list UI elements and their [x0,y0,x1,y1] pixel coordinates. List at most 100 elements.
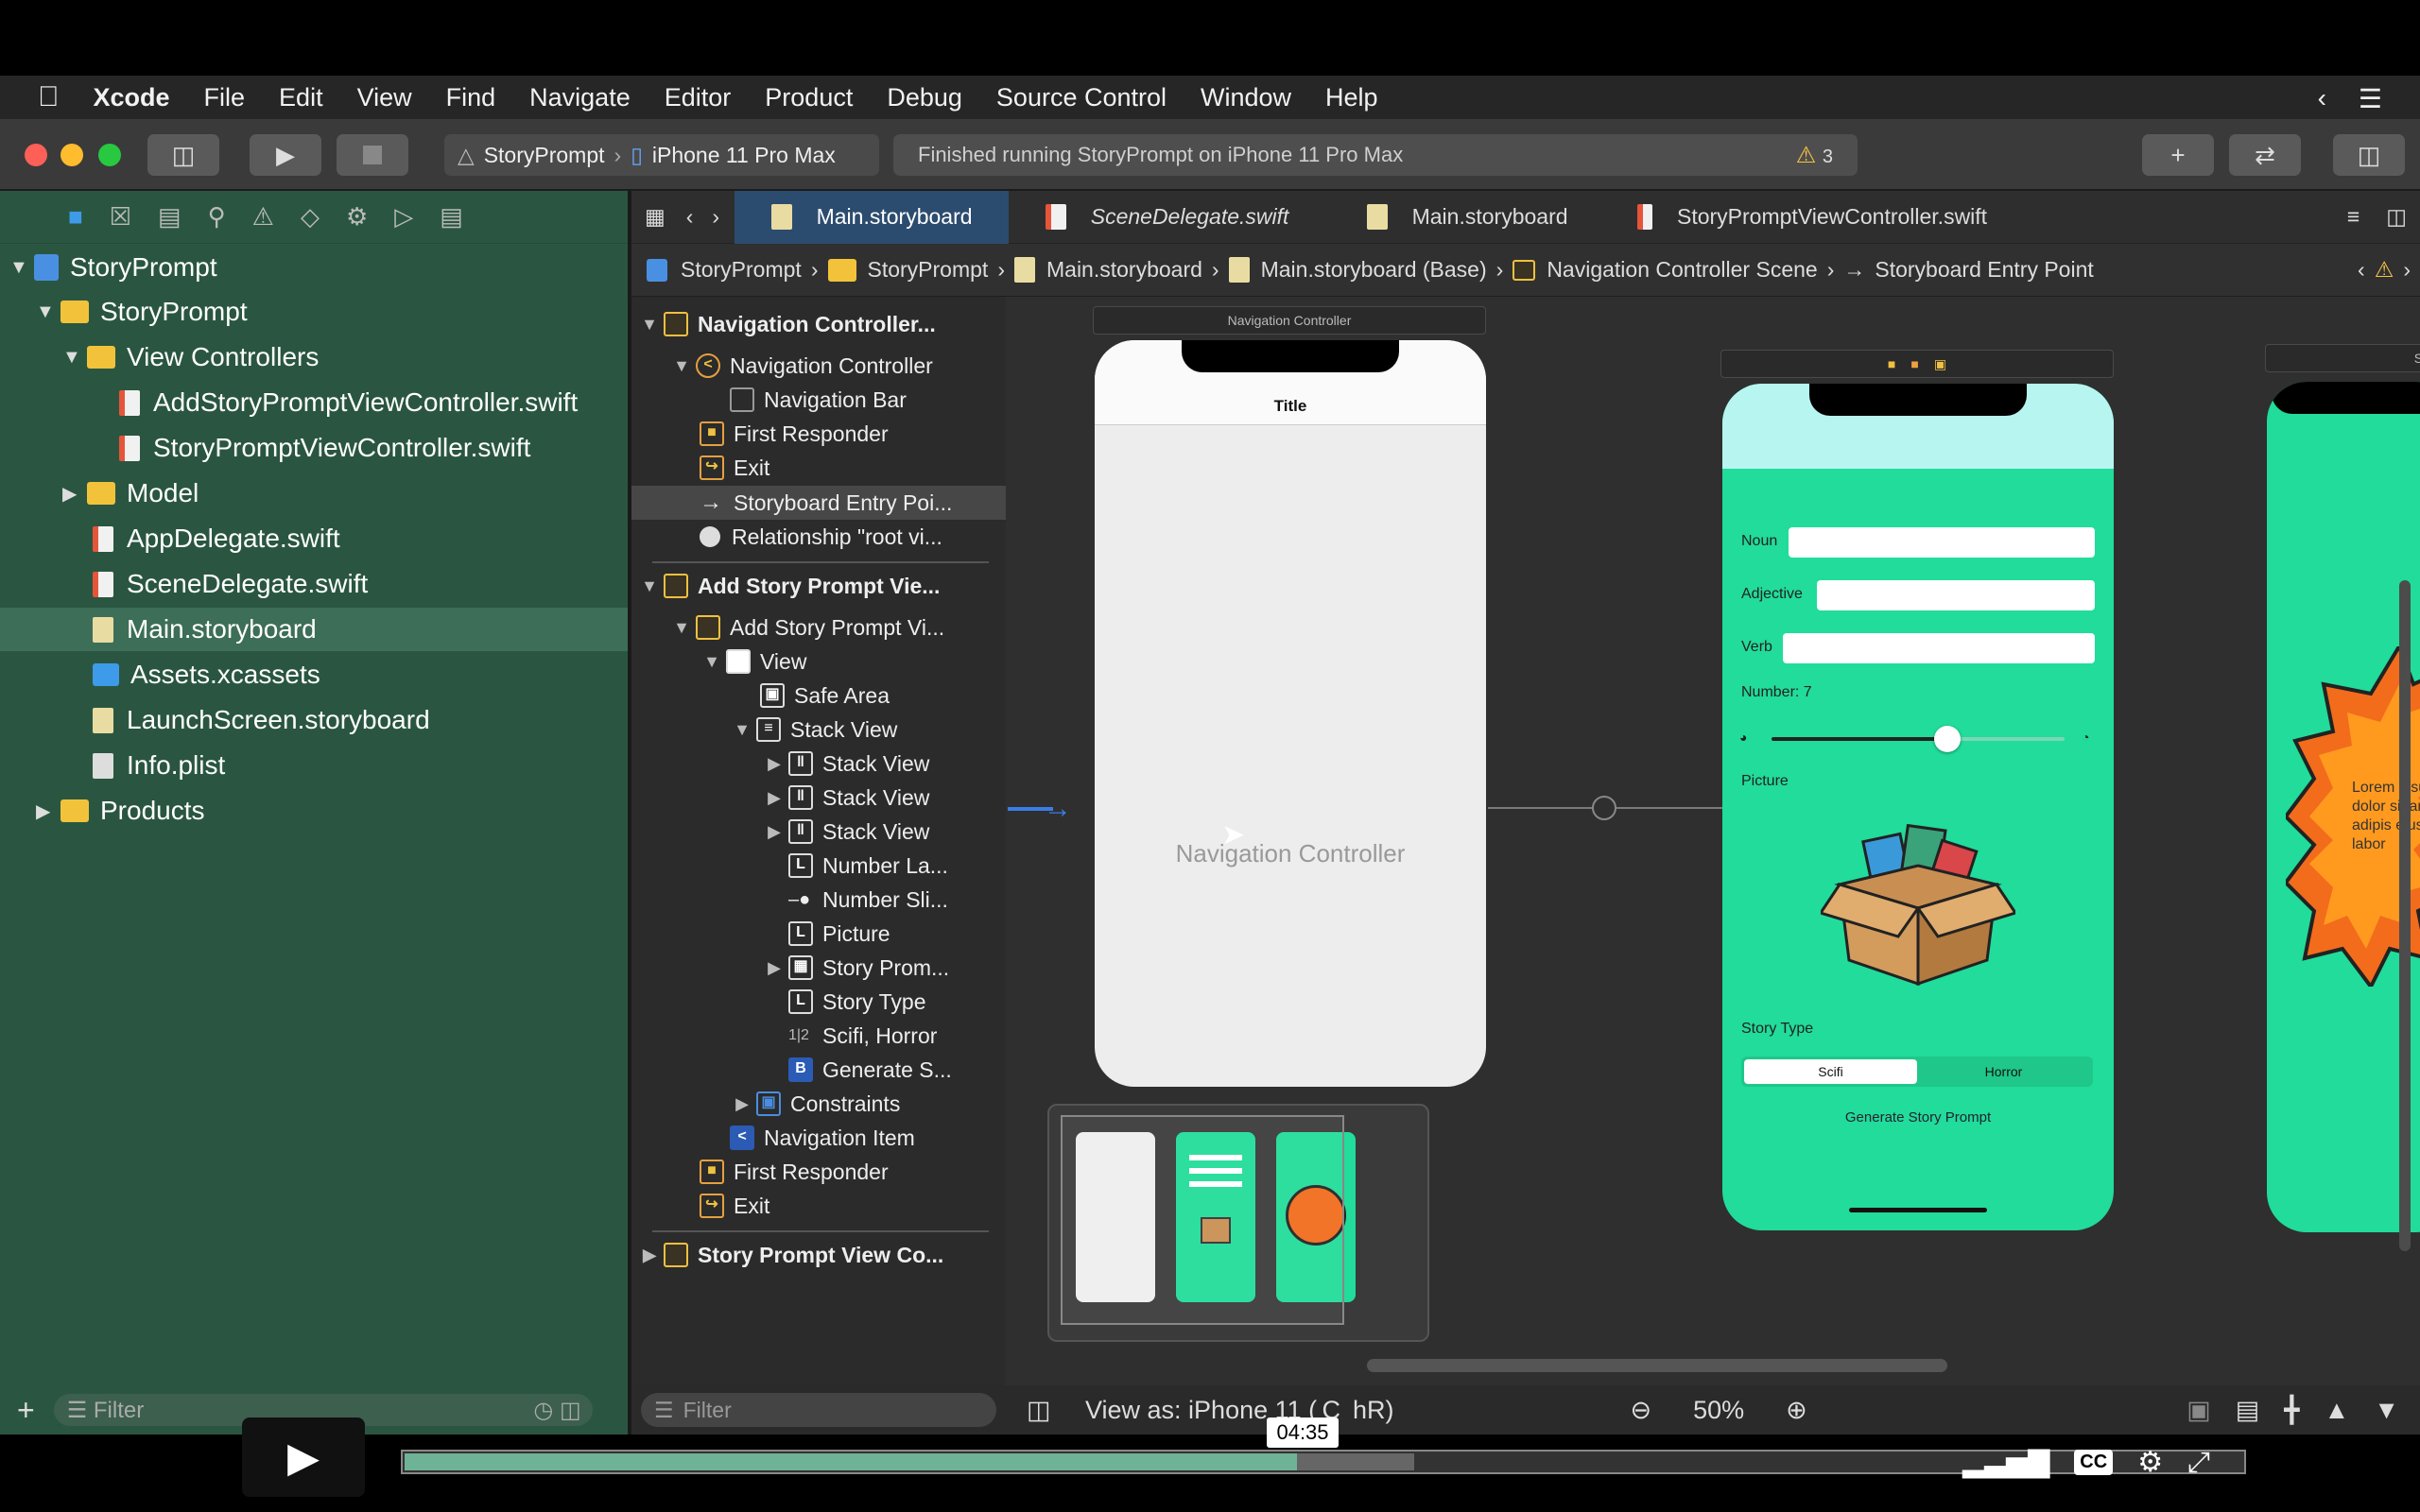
zoom-in-icon[interactable]: ⊕ [1786,1396,1807,1425]
fullscreen-icon[interactable]: ⤢ [2187,1447,2210,1479]
scene-dock-bar[interactable]: ■ ■ ▣ [1720,350,2114,378]
disclosure-open-icon[interactable]: ▼ [728,720,756,740]
disclosure-open-icon[interactable]: ▼ [36,301,60,323]
phone-add-story-prompt[interactable]: Noun Adjective Verb Number: 7 ◕ ◔ Pictur… [1722,384,2114,1230]
outline-stack-2[interactable]: ▶ ‖ Stack View [760,781,929,815]
outline-stack-1[interactable]: ▶ ‖ Stack View [760,747,929,781]
menu-product[interactable]: Product [765,83,853,112]
outline-nav-item[interactable]: < Navigation Item [730,1121,915,1155]
disclosure-closed-icon[interactable]: ▶ [62,482,87,506]
outline-nav-bar[interactable]: Navigation Bar [730,383,907,417]
horizontal-scrollbar[interactable] [1367,1359,1947,1372]
disclosure-open-icon[interactable]: ▼ [667,618,696,638]
nav-item-launchscreen[interactable]: LaunchScreen.storyboard [93,698,430,742]
test-icon[interactable]: ◇ [301,202,320,232]
navigator-toggle-icon[interactable]: ◫ [147,134,219,176]
nav-item-view-controllers[interactable]: ▼ View Controllers [62,335,319,379]
jump-base[interactable]: Main.storyboard (Base) [1261,257,1487,283]
outline-picture[interactable]: L Picture [788,917,890,951]
disclosure-closed-icon[interactable]: ▶ [760,754,788,774]
outline-nav-scene[interactable]: ▼ Navigation Controller... [635,307,936,341]
menu-find[interactable]: Find [446,83,496,112]
update-frames-icon[interactable]: ▣ [2187,1396,2211,1425]
menu-editor[interactable]: Editor [665,83,732,112]
vertical-scrollbar[interactable] [2399,580,2411,1251]
relationship-segue-icon[interactable] [1592,796,1616,820]
phone-nav-controller[interactable]: Title Navigation Controller [1095,340,1486,1087]
folder-icon[interactable]: ■ [68,202,83,232]
disclosure-open-icon[interactable]: ▼ [62,347,87,369]
stop-button[interactable] [337,134,408,176]
tab-main-storyboard-2[interactable]: Main.storyboard [1325,191,1609,244]
menu-navigate[interactable]: Navigate [529,83,631,112]
jump-file[interactable]: Main.storyboard [1046,257,1202,283]
outline-stack-view[interactable]: ▼ ≡ Stack View [728,713,897,747]
outline-first-responder[interactable]: ■ First Responder [700,417,889,451]
exit-icon[interactable]: ▣ [1934,356,1946,372]
outline-toggle-icon[interactable]: ◫ [1027,1396,1064,1425]
tab-scene-delegate[interactable]: SceneDelegate.swift [1009,191,1325,244]
slider-thumb[interactable] [1934,726,1961,752]
outline-exit[interactable]: ↪ Exit [700,451,769,485]
nav-item-project[interactable]: ▼ StoryPrompt [9,246,217,289]
chevron-left-icon[interactable]: ‹ [2318,83,2326,114]
first-responder-icon[interactable]: ■ [1910,356,1918,371]
outline-filter-field[interactable]: ☰ Filter [641,1393,996,1427]
add-icon[interactable]: + [17,1393,35,1428]
source-control-icon[interactable]: ☒ [110,202,131,232]
disclosure-open-icon[interactable]: ▼ [698,652,726,672]
jump-group[interactable]: StoryPrompt [868,257,989,283]
disclosure-open-icon[interactable]: ▼ [635,576,664,596]
symbol-icon[interactable]: ▤ [158,202,182,232]
verb-field[interactable] [1783,633,2095,663]
zoom-out-icon[interactable]: ⊖ [1630,1396,1651,1425]
canvas-minimap[interactable] [1047,1104,1429,1342]
outline-story-scene[interactable]: ▶ Story Prompt View Co... [635,1238,943,1272]
align-icon[interactable]: ▤ [2236,1396,2260,1425]
list-icon[interactable]: ☰ [2359,83,2382,114]
scene-title-bar[interactable]: Navigation Controller [1093,306,1486,335]
nav-item-add-vc[interactable]: AddStoryPromptViewController.swift [119,381,578,424]
nav-item-model[interactable]: ▶ Model [62,472,199,515]
run-button[interactable]: ▶ [250,134,321,176]
number-slider[interactable] [1772,726,2065,752]
disclosure-open-icon[interactable]: ▼ [9,257,34,279]
outline-constraints[interactable]: ▶ ▣ Constraints [728,1087,900,1121]
scheme-selector[interactable]: △ StoryPrompt › ▯ iPhone 11 Pro Max [444,134,879,176]
inspector-toggle-icon[interactable]: ◫ [2333,134,2405,176]
nav-item-story-vc[interactable]: StoryPromptViewController.swift [119,426,530,470]
back-icon[interactable]: ‹ [677,191,703,244]
outline-stack-3[interactable]: ▶ ‖ Stack View [760,815,929,849]
nav-item-group[interactable]: ▼ StoryPrompt [36,290,248,334]
settings-gear-icon[interactable]: ⚙ [2137,1446,2163,1479]
menu-source-control[interactable]: Source Control [996,83,1167,112]
tab-main-storyboard[interactable]: Main.storyboard [735,190,1010,244]
resolve-issues-icon[interactable]: ▲ [2325,1396,2350,1425]
disclosure-closed-icon[interactable]: ▶ [728,1094,756,1114]
segment-horror[interactable]: Horror [1917,1059,2090,1084]
zoom-window-button[interactable] [98,144,121,166]
disclosure-closed-icon[interactable]: ▶ [760,958,788,978]
noun-field[interactable] [1789,527,2095,558]
view-as-device[interactable]: View as: iPhone 11 ( C hR) [1085,1396,1393,1425]
volume-icon[interactable]: ▂▃▅▇ [1962,1446,2049,1479]
outline-generate-button[interactable]: B Generate S... [788,1053,952,1087]
disclosure-open-icon[interactable]: ▼ [667,356,696,376]
warning-badge[interactable]: ⚠ 3 [1796,142,1833,169]
outline-nav-controller[interactable]: ▼ < Navigation Controller [667,349,933,383]
outline-number-slider[interactable]: –● Number Sli... [788,883,948,917]
close-window-button[interactable] [25,144,47,166]
forward-icon[interactable]: › [702,191,735,244]
outline-relationship[interactable]: Relationship "root vi... [700,520,942,554]
code-review-icon[interactable]: ⇄ [2229,134,2301,176]
menu-file[interactable]: File [204,83,246,112]
disclosure-closed-icon[interactable]: ▶ [635,1246,664,1265]
jump-entry[interactable]: Storyboard Entry Point [1875,257,2093,283]
add-editor-icon[interactable]: ◫ [2373,191,2420,244]
nav-item-assets[interactable]: Assets.xcassets [93,653,320,696]
apple-menu-icon[interactable]:  [38,81,60,113]
generate-story-prompt-button[interactable]: Generate Story Prompt [1722,1109,2114,1125]
story-type-segmented-control[interactable]: Scifi Horror [1741,1057,2093,1087]
issue-icon[interactable]: ⚠ [252,202,274,232]
outline-exit-2[interactable]: ↪ Exit [700,1189,769,1223]
